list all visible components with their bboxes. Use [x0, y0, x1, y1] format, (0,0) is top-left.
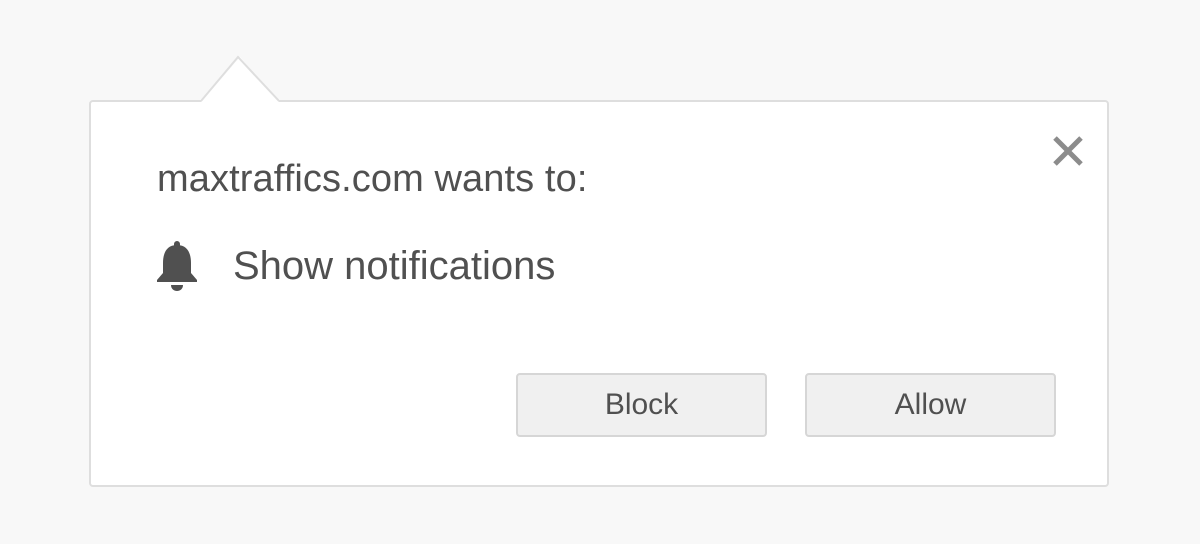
allow-button[interactable]: Allow	[805, 373, 1056, 437]
dialog-title: maxtraffics.com wants to:	[157, 158, 588, 200]
close-icon	[1053, 136, 1083, 166]
page: maxtraffics.com wants to: Show notificat…	[0, 0, 1200, 544]
permission-label: Show notifications	[233, 243, 556, 288]
bell-icon	[157, 241, 197, 291]
block-button[interactable]: Block	[516, 373, 767, 437]
permission-row: Show notifications	[155, 238, 555, 294]
popup-arrow	[201, 55, 279, 102]
close-button[interactable]	[1049, 132, 1087, 170]
